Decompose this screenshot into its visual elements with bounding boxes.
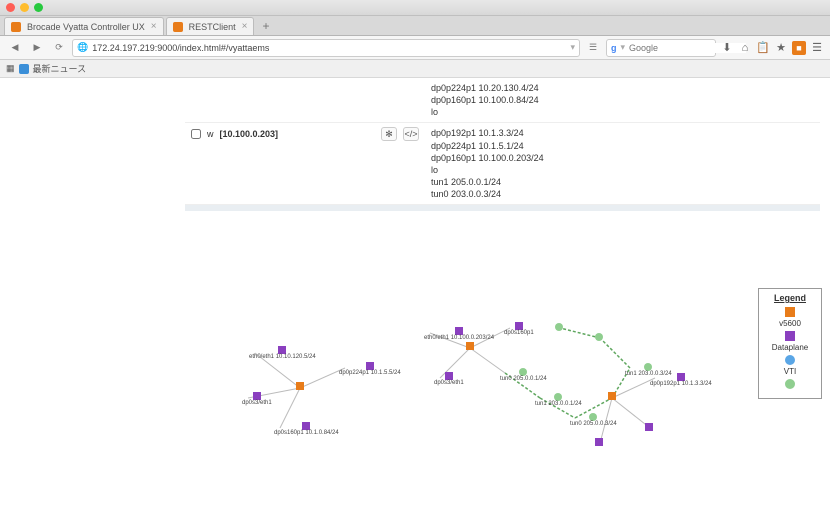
zoom-window-button[interactable]: [34, 3, 43, 12]
address-bar[interactable]: 🌐 ▾: [72, 39, 580, 57]
dropdown-icon[interactable]: ▾: [570, 42, 575, 53]
topology-dataplane-node[interactable]: [595, 438, 603, 446]
select-device-checkbox[interactable]: [191, 129, 201, 139]
bookmark-icon[interactable]: ★: [774, 41, 788, 55]
favicon-icon: [173, 22, 183, 32]
search-engine-icon: g: [611, 43, 617, 53]
tab-label: RESTClient: [189, 22, 236, 32]
legend-label: v5600: [779, 319, 801, 328]
gear-icon[interactable]: ✻: [381, 127, 397, 141]
traffic-lights: [6, 3, 43, 12]
browser-tab-vyatta[interactable]: Brocade Vyatta Controller UX ×: [4, 17, 164, 35]
topology-router-node[interactable]: [608, 392, 616, 400]
reader-button[interactable]: ☰: [584, 39, 602, 57]
close-tab-icon[interactable]: ×: [151, 21, 157, 32]
topology-dataplane-node[interactable]: dp0p192p1 10.1.3.3/24: [650, 373, 712, 387]
download-icon[interactable]: ⬇: [720, 41, 734, 55]
interface-line: tun1 205.0.0.1/24: [431, 176, 814, 188]
url-input[interactable]: [92, 43, 566, 53]
home-icon[interactable]: ⌂: [738, 41, 752, 55]
topology-dataplane-node[interactable]: dp0s160p1 10.1.0.84/24: [274, 422, 339, 436]
close-tab-icon[interactable]: ×: [242, 21, 248, 32]
browser-toolbar: ◀ ▶ ⟳ 🌐 ▾ ☰ g ▾ ⬇ ⌂ 📋 ★ ■ ☰: [0, 36, 830, 60]
interface-line: dp0p160p1 10.100.0.84/24: [431, 94, 814, 106]
interface-line: dp0p224p1 10.1.5.1/24: [431, 140, 814, 152]
topology-router-node[interactable]: [296, 382, 304, 390]
tab-label: Brocade Vyatta Controller UX: [27, 22, 145, 32]
legend-label: VTI: [784, 367, 796, 376]
legend-label: Dataplane: [772, 343, 808, 352]
globe-icon: 🌐: [77, 42, 88, 53]
table-row: w [10.100.0.203] ✻ </> dp0p192p1 10.1.3.…: [185, 123, 820, 205]
code-icon[interactable]: </>: [403, 127, 419, 141]
extension-icon[interactable]: ■: [792, 41, 806, 55]
bookmarks-bar: ▦ 最新ニュース: [0, 60, 830, 78]
topology-graph[interactable]: eth0/eth1 10.10.120.5/24 dp0s3/eth1 dp0s…: [0, 278, 754, 516]
legend-panel: Legend v5600 Dataplane VTI: [758, 288, 822, 399]
legend-tunnel-icon: [785, 379, 795, 389]
new-tab-button[interactable]: +: [256, 17, 275, 35]
legend-title: Legend: [763, 293, 817, 303]
topology-tunnel-node[interactable]: [555, 323, 563, 331]
menu-icon[interactable]: ☰: [810, 41, 824, 55]
legend-v5600-icon: [785, 307, 795, 317]
topology-dataplane-node[interactable]: eth0/eth1 10.10.120.5/24: [249, 346, 316, 360]
window-titlebar: [0, 0, 830, 16]
bookmark-favicon-icon: [19, 64, 29, 74]
dropdown-icon[interactable]: ▾: [621, 42, 626, 53]
topology-dataplane-node[interactable]: dp0s160p1: [504, 322, 534, 336]
reload-button[interactable]: ⟳: [50, 39, 68, 57]
topology-tunnel-node[interactable]: tun0 205.0.0.3/24: [570, 413, 617, 427]
table-row: dp0p224p1 10.20.130.4/24 dp0p160p1 10.10…: [185, 78, 820, 123]
close-window-button[interactable]: [6, 3, 15, 12]
interface-line: dp0p160p1 10.100.0.203/24: [431, 152, 814, 164]
interface-line: dp0p224p1 10.20.130.4/24: [431, 82, 814, 94]
legend-dataplane-icon: [785, 331, 795, 341]
topology-dataplane-node[interactable]: dp0s3/eth1: [434, 372, 464, 386]
page-content: dp0p224p1 10.20.130.4/24 dp0p160p1 10.10…: [0, 78, 830, 516]
interface-line: lo: [431, 106, 814, 118]
host-ip: [10.100.0.203]: [220, 129, 279, 139]
interface-line: lo: [431, 164, 814, 176]
interface-line: tun0 203.0.0.3/24: [431, 188, 814, 200]
topology-dataplane-node[interactable]: dp0p224p1 10.1.5.5/24: [339, 362, 401, 376]
tab-strip: Brocade Vyatta Controller UX × RESTClien…: [0, 16, 830, 36]
legend-vti-icon: [785, 355, 795, 365]
sidebar-toggle-icon[interactable]: ▦: [6, 63, 15, 74]
topology-tunnel-node[interactable]: tun0 205.0.0.1/24: [500, 368, 547, 382]
device-table: dp0p224p1 10.20.130.4/24 dp0p160p1 10.10…: [185, 78, 820, 211]
search-bar[interactable]: g ▾: [606, 39, 716, 57]
back-button[interactable]: ◀: [6, 39, 24, 57]
topology-tunnel-node[interactable]: [595, 333, 603, 341]
topology-dataplane-node[interactable]: dp0s3/eth1: [242, 392, 272, 406]
forward-button[interactable]: ▶: [28, 39, 46, 57]
bookmark-item[interactable]: 最新ニュース: [33, 62, 87, 75]
topology-dataplane-node[interactable]: [645, 423, 653, 431]
clipboard-icon[interactable]: 📋: [756, 41, 770, 55]
minimize-window-button[interactable]: [20, 3, 29, 12]
interface-line: dp0p192p1 10.1.3.3/24: [431, 127, 814, 139]
host-short: w: [207, 129, 214, 139]
topology-edges: [0, 278, 754, 516]
topology-tunnel-node[interactable]: tun1 203.0.0.1/24: [535, 393, 582, 407]
favicon-icon: [11, 22, 21, 32]
topology-dataplane-node[interactable]: eth0/eth1 10.100.0.203/24: [424, 327, 494, 341]
topology-router-node[interactable]: [466, 342, 474, 350]
browser-tab-restclient[interactable]: RESTClient ×: [166, 17, 255, 35]
